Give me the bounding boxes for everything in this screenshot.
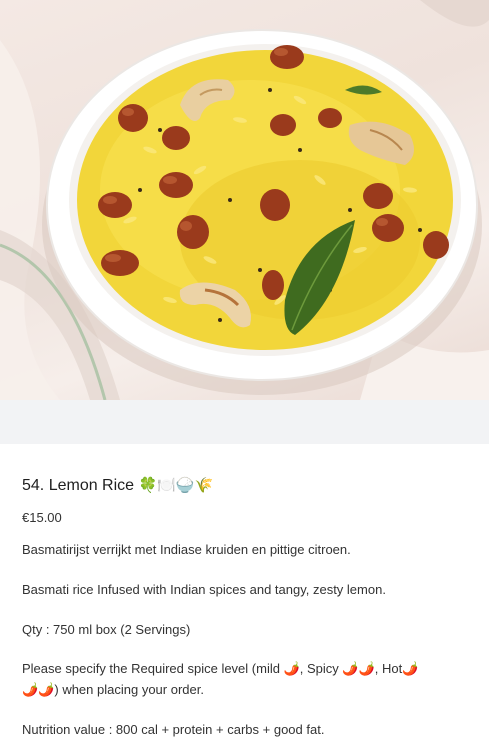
- description-dutch: Basmatirijst verrijkt met Indiase kruide…: [22, 542, 351, 557]
- spice-level-note: Please specify the Required spice level …: [22, 659, 462, 701]
- nutrition-info: Nutrition value : 800 cal + protein + ca…: [22, 722, 325, 737]
- description-english: Basmati rice Infused with Indian spices …: [22, 582, 386, 597]
- chili-icon: 🌶️🌶️: [22, 683, 55, 698]
- chili-icon: 🌶️🌶️: [342, 662, 375, 677]
- spice-text-1: Please specify the Required spice level …: [22, 661, 284, 676]
- lemon-rice-illustration: [0, 0, 489, 400]
- spice-text-3: , Hot: [374, 661, 403, 676]
- product-title-text: 54. Lemon Rice: [22, 477, 135, 494]
- product-price: €15.00: [22, 510, 62, 525]
- quantity-info: Qty : 750 ml box (2 Servings): [22, 622, 191, 637]
- section-divider: [0, 400, 489, 444]
- chili-icon: 🌶️: [283, 662, 300, 677]
- spice-text-4: ) when placing your order.: [54, 682, 204, 697]
- product-title: 54. Lemon Rice 🍀🍽️🍚🌾: [22, 476, 213, 495]
- spice-text-2: , Spicy: [299, 661, 343, 676]
- product-image: [0, 0, 489, 400]
- chili-icon: 🌶️: [402, 662, 419, 677]
- title-emoji-icons: 🍀🍽️🍚🌾: [138, 476, 214, 494]
